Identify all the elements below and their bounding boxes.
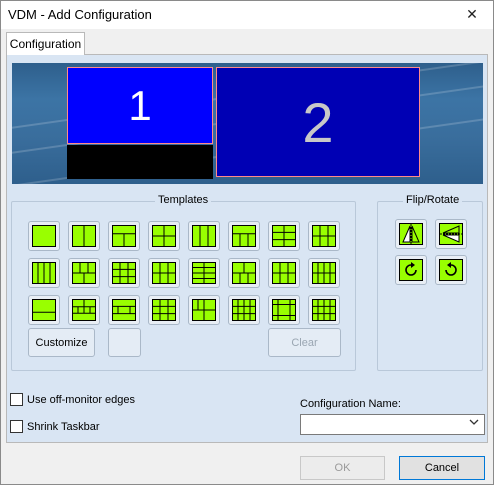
layout-1top-3bottom-icon (232, 225, 256, 247)
template-layout-4grid-button[interactable] (148, 221, 180, 251)
layout-1top-2bottom-icon (112, 225, 136, 247)
close-icon[interactable]: ✕ (459, 4, 485, 24)
layout-3top-3bottom-icon (272, 262, 296, 284)
template-layout-full-button[interactable] (28, 221, 60, 251)
template-layout-2col-button[interactable] (68, 221, 100, 251)
rotate-counterclockwise-icon (439, 259, 463, 281)
layout-2col-4row-icon (192, 262, 216, 284)
template-layout-2top-3bottom-button[interactable] (228, 258, 260, 288)
template-layout-corner-split-button[interactable] (188, 295, 220, 325)
template-layout-3top-2bottom-button[interactable] (68, 258, 100, 288)
window-title: VDM - Add Configuration (8, 7, 152, 22)
rotate-counterclockwise-button[interactable] (435, 255, 467, 285)
template-layout-4col-2row-button[interactable] (308, 258, 340, 288)
flip-vertical-button[interactable] (435, 219, 467, 249)
configuration-name-select[interactable] (300, 414, 485, 435)
cancel-button[interactable]: Cancel (399, 456, 485, 480)
layout-4grid-icon (152, 225, 176, 247)
tab-configuration[interactable]: Configuration (6, 32, 85, 55)
layout-2top-3bottom-icon (232, 262, 256, 284)
title-bar: VDM - Add Configuration ✕ (1, 1, 493, 29)
dialog-window: VDM - Add Configuration ✕ Configuration … (0, 0, 494, 485)
layout-4x4-mixed-icon (232, 299, 256, 321)
blank-button[interactable] (108, 328, 141, 357)
template-layout-1top-3bottom-button[interactable] (228, 221, 260, 251)
layout-3x3-center-icon (152, 299, 176, 321)
shrink-taskbar-option[interactable]: Shrink Taskbar (10, 420, 100, 433)
configuration-panel: 1 2 Templates Customize Clear Flip/Rotat… (6, 54, 488, 443)
monitor-2[interactable]: 2 (216, 67, 420, 177)
template-layout-3top-3bottom-button[interactable] (268, 258, 300, 288)
customize-button[interactable]: Customize (28, 328, 95, 357)
layout-4col-2row-icon (312, 262, 336, 284)
monitor-1-unused-area (67, 145, 213, 179)
rotate-clockwise-icon (399, 259, 423, 281)
off-monitor-edges-label: Use off-monitor edges (27, 393, 136, 406)
layout-3col-2row-b-icon (152, 262, 176, 284)
template-layout-4x4-mixed-button[interactable] (228, 295, 260, 325)
off-monitor-edges-checkbox[interactable] (10, 393, 23, 406)
template-layout-3col-3row-button[interactable] (108, 258, 140, 288)
flip-horizontal-button[interactable] (395, 219, 427, 249)
clear-button[interactable]: Clear (268, 328, 341, 357)
monitor-1-label: 1 (128, 81, 152, 129)
layout-4x3-grid-icon (312, 299, 336, 321)
layout-3col-2row-icon (312, 225, 336, 247)
template-layout-2col-4row-button[interactable] (188, 258, 220, 288)
template-layout-4x3-grid-button[interactable] (308, 295, 340, 325)
chevron-down-icon (469, 417, 479, 430)
template-layout-1top-2bottom-button[interactable] (108, 221, 140, 251)
monitor-preview: 1 2 (12, 63, 483, 184)
layout-center-frame-icon (272, 299, 296, 321)
monitor-1[interactable]: 1 (67, 67, 213, 144)
template-layout-3col-button[interactable] (188, 221, 220, 251)
layout-3top-2bottom-icon (72, 262, 96, 284)
layout-3col-icon (192, 225, 216, 247)
layout-full-icon (32, 225, 56, 247)
layout-1top-2bottom-b-icon (32, 299, 56, 321)
templates-label: Templates (155, 194, 212, 206)
template-layout-center-3row-button[interactable] (108, 295, 140, 325)
template-layout-4col-button[interactable] (28, 258, 60, 288)
templates-group: Templates Customize Clear (11, 194, 356, 371)
template-layout-center-frame-button[interactable] (268, 295, 300, 325)
template-layout-2row-4bottom-button[interactable] (68, 295, 100, 325)
flip-horizontal-icon (399, 223, 423, 245)
monitor-2-label: 2 (302, 90, 334, 154)
layout-3col-3row-icon (112, 262, 136, 284)
shrink-taskbar-label: Shrink Taskbar (27, 420, 100, 433)
ok-button[interactable]: OK (300, 456, 385, 480)
template-layout-3col-2row-b-button[interactable] (148, 258, 180, 288)
layout-2row-4bottom-icon (72, 299, 96, 321)
flip-rotate-label: Flip/Rotate (403, 194, 463, 206)
layout-2col-3row-icon (272, 225, 296, 247)
off-monitor-edges-option[interactable]: Use off-monitor edges (10, 393, 135, 406)
layout-2col-icon (72, 225, 96, 247)
layout-corner-split-icon (192, 299, 216, 321)
rotate-clockwise-button[interactable] (395, 255, 427, 285)
flip-vertical-icon (439, 223, 463, 245)
flip-rotate-group: Flip/Rotate (377, 194, 483, 371)
template-layout-3col-2row-button[interactable] (308, 221, 340, 251)
layout-4col-icon (32, 262, 56, 284)
shrink-taskbar-checkbox[interactable] (10, 420, 23, 433)
layout-center-3row-icon (112, 299, 136, 321)
template-layout-3x3-center-button[interactable] (148, 295, 180, 325)
configuration-name-label: Configuration Name: (300, 398, 401, 410)
template-layout-2col-3row-button[interactable] (268, 221, 300, 251)
template-layout-1top-2bottom-b-button[interactable] (28, 295, 60, 325)
